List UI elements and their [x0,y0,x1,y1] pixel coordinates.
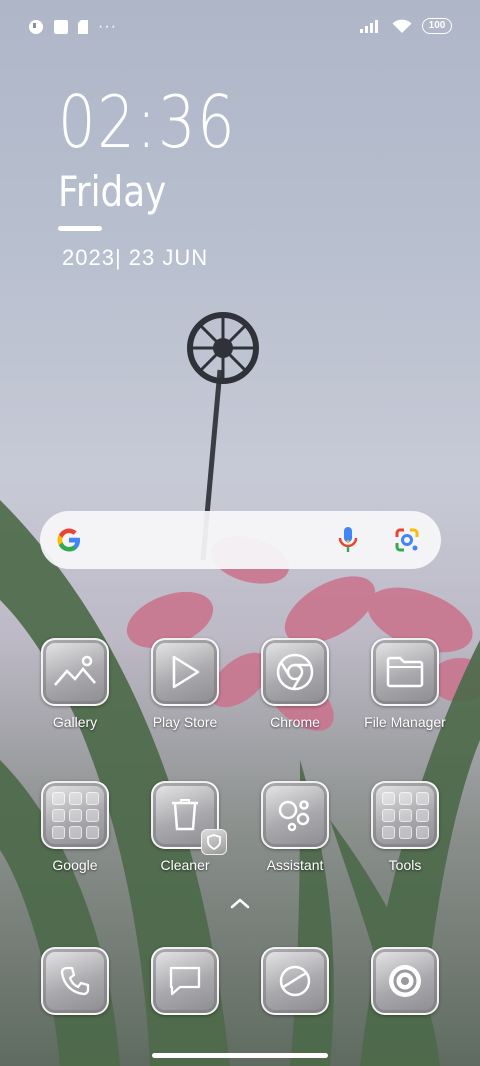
folder-icon [386,656,424,688]
trash-icon [172,799,198,831]
microphone-icon[interactable] [336,525,360,555]
play-store-icon [172,655,200,689]
phone-icon [60,966,90,996]
wifi-icon [392,19,412,33]
app-gallery[interactable]: Gallery [20,638,130,730]
app-drawer-chevron-icon[interactable] [228,896,252,910]
browser-icon [279,965,311,997]
app-label: Gallery [52,714,98,730]
app-label: Google [52,857,98,873]
app-label: Cleaner [160,857,210,873]
folder-tools[interactable]: Tools [350,781,460,873]
assistant-icon [278,800,310,832]
gallery-icon [54,655,96,686]
chrome-icon [276,653,314,691]
tools-folder-icon [381,791,429,839]
sim-notification-icon [78,20,88,34]
google-search-bar[interactable] [40,511,441,569]
clock-divider [58,226,102,231]
app-label: Tools [388,857,422,873]
clock-widget[interactable]: 02:36 Friday 2023| 23 JUN [58,80,276,271]
messages-icon [169,966,201,996]
app-cleaner[interactable]: Cleaner [130,781,240,873]
app-assistant[interactable]: Assistant [240,781,350,873]
app-file-manager[interactable]: File Manager [350,638,460,730]
app-label: Play Store [152,714,218,730]
google-lens-icon[interactable] [394,527,420,553]
clock-date: 2023| 23 JUN [62,245,209,270]
status-bar: ··· 100 [0,0,480,56]
camera-icon [389,965,421,997]
app-label: Assistant [266,857,324,873]
dock-camera[interactable] [350,947,460,1015]
dock-messages[interactable] [130,947,240,1015]
dock-browser[interactable] [240,947,350,1015]
app-label: Chrome [270,714,320,730]
battery-indicator: 100 [422,18,452,34]
app-play-store[interactable]: Play Store [130,638,240,730]
signal-icon [360,20,378,33]
app-label: File Manager [364,714,446,730]
square-notification-icon [54,20,68,34]
gesture-navigation-handle[interactable] [152,1053,328,1058]
folder-google[interactable]: Google [20,781,130,873]
clock-time: 02:36 [58,80,237,164]
google-folder-icon [51,791,99,839]
more-notifications: ··· [98,18,117,35]
shield-badge-icon [201,829,227,855]
app-notification-icon [29,20,43,34]
app-chrome[interactable]: Chrome [240,638,350,730]
clock-day: Friday [58,167,167,216]
google-g-icon [57,528,80,552]
dock-phone[interactable] [20,947,130,1015]
